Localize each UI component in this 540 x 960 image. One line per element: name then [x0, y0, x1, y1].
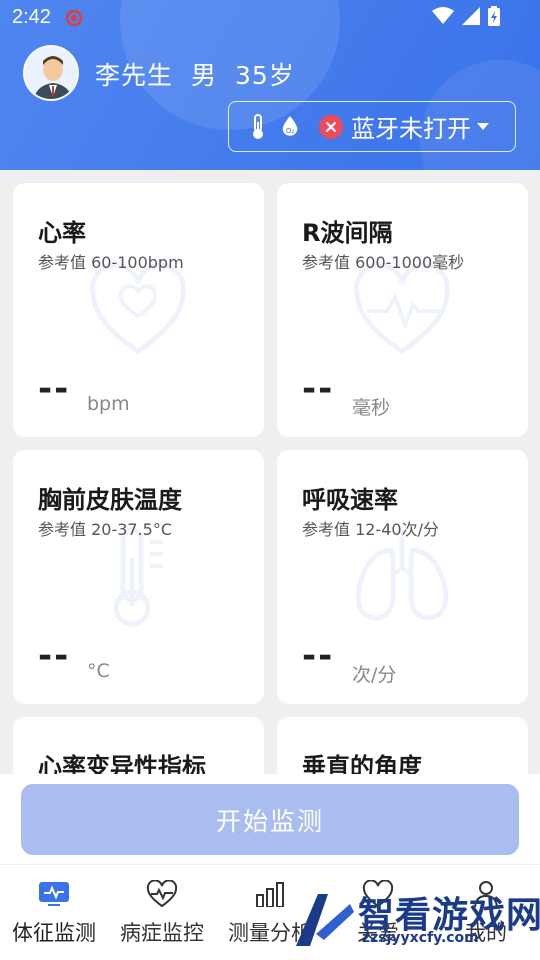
battery-icon	[488, 6, 500, 26]
bottom-tab-bar: 体征监测 病症监控 测量分析 关爱 我的 智看游戏网 zzsjyyxcfy.co…	[0, 864, 540, 960]
error-icon	[319, 114, 343, 139]
heart-pulse-icon	[108, 877, 216, 911]
user-gender: 男	[191, 61, 218, 90]
thermometer-icon	[247, 113, 269, 140]
thermometer-icon	[113, 528, 163, 627]
card-value: --	[38, 369, 71, 409]
svg-text:O₂: O₂	[286, 127, 295, 135]
card-hrv[interactable]: 心率变异性指标	[13, 717, 264, 774]
card-reference: 参考值 20-37.5°C	[38, 520, 173, 539]
card-skin-temperature[interactable]: 胸前皮肤温度 参考值 20-37.5°C -- °C	[13, 450, 264, 704]
system-icons	[432, 6, 500, 26]
wifi-icon	[432, 7, 454, 24]
avatar[interactable]	[23, 45, 79, 101]
user-name: 李先生	[95, 61, 174, 90]
header: 2:42 李先生 男 35岁 O₂ 蓝牙未打开	[0, 0, 540, 170]
card-reference: 参考值 600-1000毫秒	[302, 253, 465, 272]
card-unit: bpm	[87, 393, 130, 415]
device-selector[interactable]: O₂ 蓝牙未打开	[228, 101, 516, 152]
status-bar: 2:42	[0, 0, 540, 36]
card-respiration-rate[interactable]: 呼吸速率 参考值 12-40次/分 -- 次/分	[277, 450, 528, 704]
notification-app-icon	[65, 9, 83, 27]
vitals-monitor-icon	[0, 877, 108, 911]
dropdown-caret-icon	[477, 123, 489, 130]
tab-label: 病症监控	[120, 921, 204, 945]
start-monitoring-button[interactable]: 开始监测	[21, 784, 519, 855]
user-info: 李先生 男 35岁	[95, 56, 295, 92]
bluetooth-status: 蓝牙未打开	[351, 115, 471, 143]
watermark-logo: 智看游戏网 zzsjyyxcfy.com	[288, 880, 540, 956]
heart-pulse-icon	[353, 262, 451, 355]
start-button-area: 开始监测	[0, 774, 540, 864]
card-value: --	[302, 369, 335, 409]
metrics-grid: 心率 参考值 60-100bpm -- bpm R波间隔 参考值 600-100…	[0, 170, 540, 774]
watermark-url: zzsjyyxcfy.com	[362, 930, 479, 946]
card-unit: 毫秒	[352, 397, 391, 419]
card-value: --	[38, 636, 71, 676]
lungs-icon	[355, 530, 449, 621]
card-title: 心率变异性指标	[38, 753, 206, 774]
heart-icon	[89, 262, 187, 355]
card-value: --	[302, 636, 335, 676]
card-title: 呼吸速率	[302, 486, 398, 514]
card-title: R波间隔	[302, 219, 393, 247]
tab-disease-monitoring[interactable]: 病症监控	[108, 877, 216, 947]
card-title: 心率	[38, 219, 86, 247]
status-time: 2:42	[12, 6, 51, 28]
card-heart-rate[interactable]: 心率 参考值 60-100bpm -- bpm	[13, 183, 264, 437]
oxygen-drop-icon: O₂	[279, 114, 301, 140]
card-reference: 参考值 12-40次/分	[302, 520, 439, 539]
tab-label: 体征监测	[12, 921, 96, 945]
card-unit: °C	[87, 660, 110, 682]
tab-vitals[interactable]: 体征监测	[0, 877, 108, 947]
user-age: 35岁	[235, 61, 295, 90]
signal-icon	[462, 7, 480, 25]
watermark-logo-icon	[296, 894, 354, 946]
user-avatar-icon	[25, 47, 77, 99]
card-vertical-angle[interactable]: 垂直的角度	[277, 717, 528, 774]
card-rr-interval[interactable]: R波间隔 参考值 600-1000毫秒 -- 毫秒	[277, 183, 528, 437]
card-reference: 参考值 60-100bpm	[38, 253, 184, 272]
card-title: 垂直的角度	[302, 753, 422, 774]
card-unit: 次/分	[352, 664, 397, 686]
card-title: 胸前皮肤温度	[38, 486, 182, 514]
